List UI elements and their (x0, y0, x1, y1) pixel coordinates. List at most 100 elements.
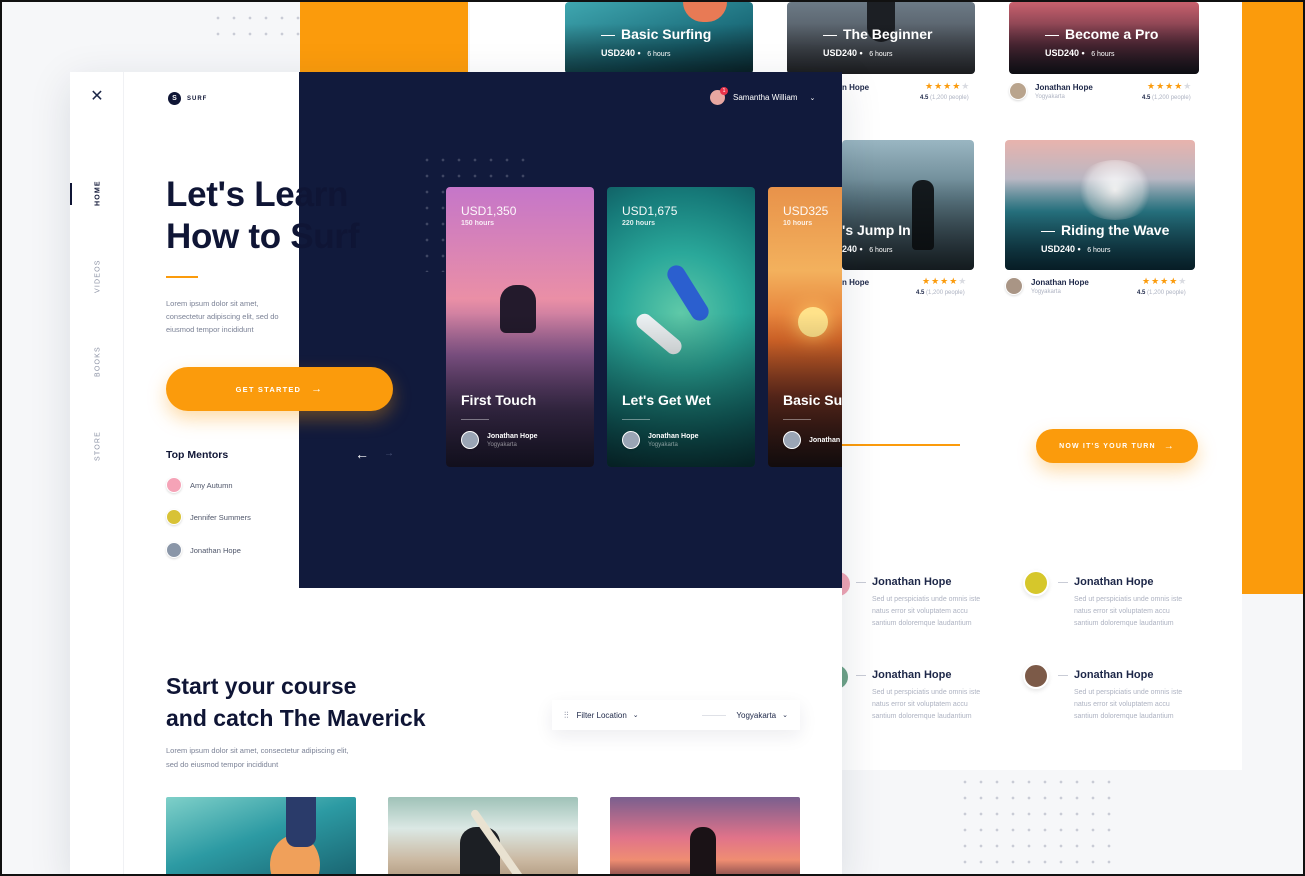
surfer-silhouette (286, 797, 316, 847)
course-thumbnail[interactable] (388, 797, 578, 874)
testimonial: Jonathan Hope Sed ut perspiciatis unde o… (1058, 576, 1228, 630)
brand-logo[interactable]: S SURF (168, 92, 207, 105)
arrow-left-icon[interactable]: ← (355, 446, 369, 462)
avatar (1023, 570, 1049, 596)
slide-divider (622, 419, 650, 420)
avatar (1023, 663, 1049, 689)
avatar (166, 542, 182, 558)
slide-mentor: Jonathan Hope Yogyakarta (461, 431, 538, 449)
mentor-row[interactable]: Jonathan Hope Yogyakarta (1009, 82, 1093, 100)
section-title: Start your course and catch The Maverick (166, 670, 426, 734)
course-title: Basic Surfing (601, 26, 711, 42)
avatar (1005, 277, 1023, 295)
mentor-location: Yogyakarta (1031, 288, 1061, 295)
testimonial-text: natus error sit voluptatem accu (1074, 608, 1170, 615)
mentor-row[interactable]: Jonathan Hope Yogyakarta (1005, 277, 1089, 295)
slide-price: USD1,350 (461, 204, 517, 218)
mentor-name: Jennifer Summers (190, 512, 251, 522)
chevron-down-icon: ⌄ (809, 94, 816, 102)
slide-price: USD1,675 (622, 204, 678, 218)
testimonial-text: Sed ut perspiciatis unde omnis iste (1074, 596, 1183, 603)
course-thumbnail[interactable] (166, 797, 356, 874)
hero-title-line: How to Surf (166, 217, 360, 256)
course-price: USD240 (601, 48, 636, 58)
testimonial-text: Sed ut perspiciatis unde omnis iste (1074, 689, 1183, 696)
slide-mentor: Jonathan (783, 431, 840, 449)
arrow-right-icon[interactable]: → (384, 448, 394, 459)
course-title: 's Jump In (842, 222, 911, 238)
rating-value: 4.5 (916, 290, 925, 296)
mentor-name: n Hope (842, 278, 870, 287)
mentor-name: n Hope (842, 83, 870, 92)
mentor-name: Jonathan (809, 436, 841, 444)
avatar: 1 (710, 87, 728, 105)
testimonial-text: natus error sit voluptatem accu (872, 701, 968, 708)
slide-mentor: Jonathan Hope Yogyakarta (622, 431, 699, 449)
mentor-item[interactable]: Jennifer Summers (166, 509, 251, 525)
mentor-name: Amy Autumn (190, 480, 233, 490)
nav-store[interactable]: STORE (88, 426, 108, 466)
testimonial-name: Jonathan Hope (856, 669, 1026, 681)
slide-title: Let's Get Wet (622, 392, 711, 408)
mentor-name: Jonathan Hope (1031, 277, 1089, 287)
rating-stars: ★★★★★ (925, 81, 971, 91)
section-description: Lorem ipsum dolor sit amet, consectetur … (166, 744, 349, 772)
mentor-name: Jonathan Hope (487, 432, 538, 440)
mentor-location: Yogyakarta (487, 441, 517, 448)
course-card[interactable]: Riding the Wave USD240 • 6 hours (1005, 140, 1195, 270)
notification-badge: 1 (720, 87, 728, 95)
filter-separator (702, 714, 727, 716)
avatar (622, 431, 640, 449)
orange-accent-block (1242, 2, 1303, 594)
get-started-label: GET STARTED (235, 384, 302, 394)
mentor-item[interactable]: Amy Autumn (166, 477, 233, 493)
hero-description: Lorem ipsum dolor sit amet, consectetur … (166, 297, 279, 336)
slide-title: Basic Sur (783, 392, 842, 408)
course-slide[interactable]: USD1,350 150 hours First Touch Jonathan … (446, 187, 594, 467)
get-started-button[interactable]: GET STARTED → (166, 367, 393, 411)
course-slide[interactable]: USD1,675 220 hours Let's Get Wet Jonatha… (607, 187, 755, 467)
mentor-location: Yogyakarta (648, 441, 678, 448)
close-icon[interactable]: ✕ (90, 89, 104, 105)
slide-hours: 150 hours (461, 220, 495, 227)
course-price: 240 (842, 244, 858, 254)
testimonial: Jonathan Hope Sed ut perspiciatis unde o… (1058, 669, 1228, 723)
avatar (166, 477, 182, 493)
front-page-panel: ✕ HOME VIDEOS BOOKS STORE S SURF 1 Saman… (70, 72, 842, 874)
course-price: USD240 (1041, 244, 1076, 254)
course-slide[interactable]: USD325 10 hours Basic Sur Jonathan (768, 187, 842, 467)
section-divider (842, 444, 960, 446)
course-hours: 6 hours (647, 51, 671, 58)
your-turn-button[interactable]: NOW IT'S YOUR TURN → (1036, 429, 1198, 463)
filter-value[interactable]: Yogyakarta (736, 711, 776, 720)
testimonial-text: santium doloremque laudantium (1074, 620, 1174, 627)
rating-value: 4.5 (920, 95, 929, 101)
mentor-name: Jonathan Hope (1035, 82, 1093, 92)
chevron-down-icon: ⌄ (782, 712, 788, 719)
testimonial: Jonathan Hope Sed ut perspiciatis unde o… (856, 669, 1026, 723)
testimonial-name: Jonathan Hope (1058, 576, 1228, 588)
rating-count: (1,200 people) (930, 95, 969, 101)
course-card[interactable]: Become a Pro USD240 • 6 hours (1009, 2, 1199, 74)
nav-videos[interactable]: VIDEOS (88, 256, 108, 296)
testimonial-text: Sed ut perspiciatis unde omnis iste (872, 689, 981, 696)
testimonial-name: Jonathan Hope (1058, 669, 1228, 681)
nav-home[interactable]: HOME (88, 173, 108, 213)
mentor-location: Yogyakarta (1035, 93, 1065, 100)
course-hours: 6 hours (869, 247, 893, 254)
nav-books[interactable]: BOOKS (88, 342, 108, 382)
testimonial-text: santium doloremque laudantium (1074, 713, 1174, 720)
testimonial-text: natus error sit voluptatem accu (1074, 701, 1170, 708)
course-title: The Beginner (823, 26, 932, 42)
testimonial-name: Jonathan Hope (856, 576, 1026, 588)
course-card[interactable]: 's Jump In 240 • 6 hours (842, 140, 974, 270)
mentor-item[interactable]: Jonathan Hope (166, 542, 241, 558)
course-card[interactable]: Basic Surfing USD240 • 6 hours (565, 2, 753, 74)
rating-value: 4.5 (1137, 290, 1146, 296)
rating-count: (1,200 people) (1152, 95, 1191, 101)
user-menu[interactable]: 1 Samantha William ⌄ (710, 87, 816, 105)
location-filter[interactable]: ⫶⫶ Filter Location ⌄ Yogyakarta ⌄ (552, 700, 800, 730)
slide-hours: 10 hours (783, 220, 813, 227)
course-card[interactable]: The Beginner USD240 • 6 hours (787, 2, 975, 74)
course-thumbnail[interactable] (610, 797, 800, 874)
